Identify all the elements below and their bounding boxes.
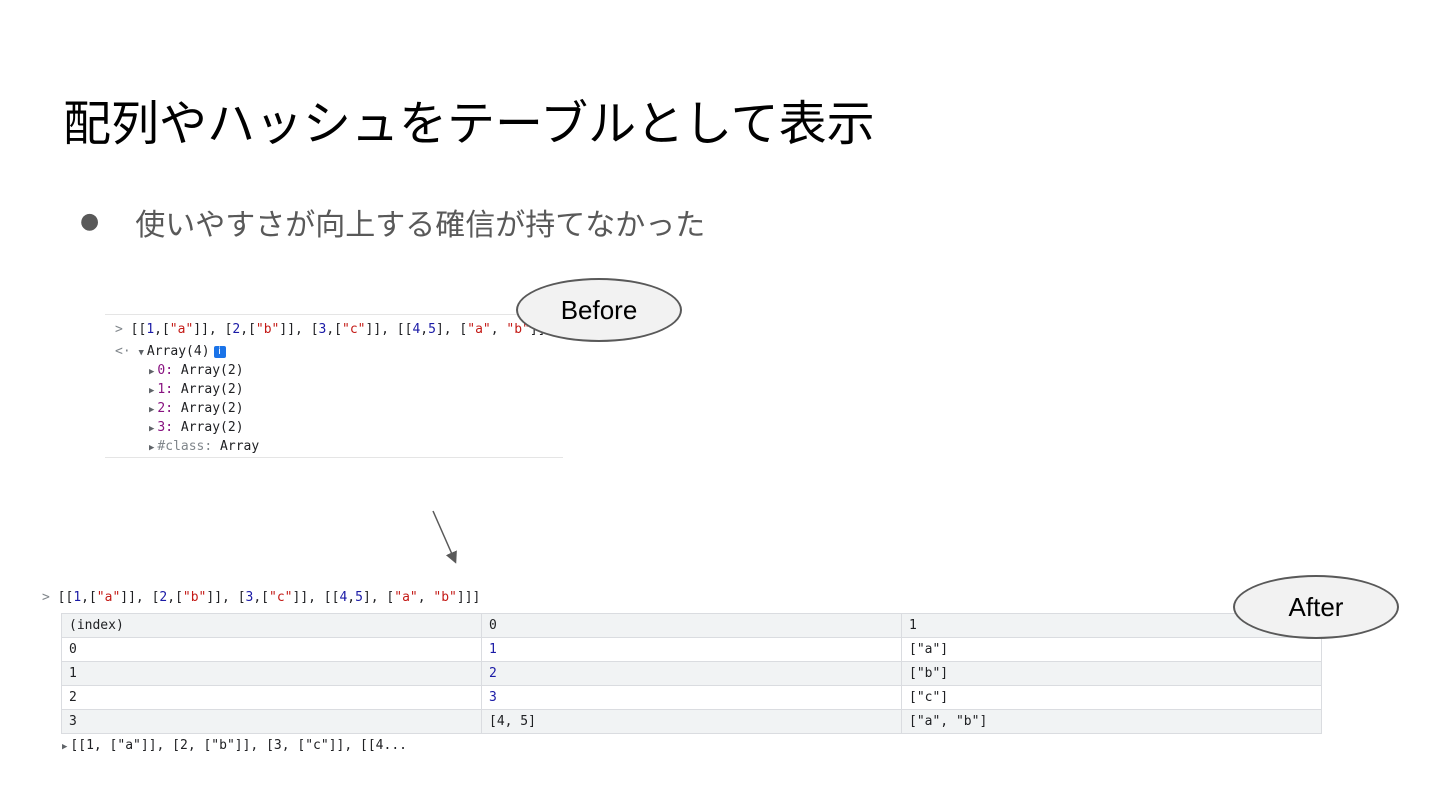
after-console-input-line[interactable]: > [[1,["a"]], [2,["b"]], [3,["c"]], [[4,… [42, 590, 480, 605]
table-cell-index: 1 [61, 661, 482, 686]
summary-text: [[1, ["a"]], [2, ["b"]], [3, ["c"]], [[4… [70, 738, 407, 753]
tree-child-item[interactable]: ▶ 1: Array(2) [149, 382, 244, 397]
before-console-panel: > [[1,["a"]], [2,["b"]], [3,["c"]], [[4,… [105, 314, 563, 458]
tree-child-item[interactable]: ▶ #class: Array [149, 439, 259, 454]
info-icon[interactable]: i [213, 346, 226, 358]
result-prompt: <· [115, 344, 131, 359]
table-cell-index: 2 [61, 685, 482, 710]
array-label: Array(4) [146, 344, 210, 359]
down-arrow-icon [432, 510, 457, 564]
expand-triangle-icon[interactable]: ▼ [138, 348, 143, 358]
table-header-cell[interactable]: 0 [481, 613, 902, 638]
table-cell: ["a"] [901, 637, 1322, 662]
collapsed-triangle-icon[interactable]: ▶ [149, 443, 154, 453]
table-cell: 1 [481, 637, 902, 662]
console-input-line[interactable]: > [[1,["a"]], [2,["b"]], [3,["c"]], [[4,… [115, 322, 553, 337]
table-row: 3 [4, 5] ["a", "b"] [61, 709, 1322, 734]
bullet-dot-icon: ● [80, 208, 100, 234]
after-callout: After [1233, 575, 1399, 639]
table-cell: 3 [481, 685, 902, 710]
table-cell: ["c"] [901, 685, 1322, 710]
table-cell: [4, 5] [481, 709, 902, 734]
tree-child-value: Array(2) [180, 420, 244, 435]
tree-child-value: Array [220, 439, 260, 454]
collapsed-triangle-icon[interactable]: ▶ [62, 742, 67, 752]
collapsed-triangle-icon[interactable]: ▶ [149, 386, 154, 396]
tree-child-item[interactable]: ▶ 2: Array(2) [149, 401, 244, 416]
tree-child-item[interactable]: ▶ 3: Array(2) [149, 420, 244, 435]
table-row: 1 2 ["b"] [61, 661, 1322, 686]
input-expression: [[1,["a"]], [2,["b"]], [3,["c"]], [[4,5]… [57, 590, 481, 605]
table-cell: ["a", "b"] [901, 709, 1322, 734]
table-header-cell[interactable]: (index) [61, 613, 482, 638]
tree-child-value: Array(2) [180, 401, 244, 416]
tree-child-value: Array(2) [180, 363, 244, 378]
tree-child-key: #class [157, 439, 205, 454]
slide-title: 配列やハッシュをテーブルとして表示 [63, 96, 875, 152]
table-cell: 2 [481, 661, 902, 686]
table-cell-index: 3 [61, 709, 482, 734]
console-summary-line[interactable]: ▶ [[1, ["a"]], [2, ["b"]], [3, ["c"]], [[… [62, 738, 407, 753]
collapsed-triangle-icon[interactable]: ▶ [149, 424, 154, 434]
input-prompt: > [115, 322, 123, 337]
console-table: (index) 0 1 0 1 ["a"] 1 2 ["b"] 2 3 ["c"… [61, 613, 1322, 734]
input-expression: [[1,["a"]], [2,["b"]], [3,["c"]], [[4,5]… [130, 322, 554, 337]
table-row: 0 1 ["a"] [61, 637, 1322, 662]
collapsed-triangle-icon[interactable]: ▶ [149, 405, 154, 415]
before-callout: Before [516, 278, 682, 342]
console-result-line[interactable]: <· ▼ Array(4) i [115, 344, 226, 359]
table-row: 2 3 ["c"] [61, 685, 1322, 710]
tree-child-item[interactable]: ▶ 0: Array(2) [149, 363, 244, 378]
input-prompt: > [42, 590, 50, 605]
table-header-row: (index) 0 1 [61, 613, 1322, 638]
collapsed-triangle-icon[interactable]: ▶ [149, 367, 154, 377]
tree-child-value: Array(2) [180, 382, 244, 397]
before-label: Before [560, 294, 638, 325]
after-label: After [1288, 591, 1344, 622]
table-cell: ["b"] [901, 661, 1322, 686]
table-cell-index: 0 [61, 637, 482, 662]
bullet-text: 使いやすさが向上する確信が持てなかった [135, 208, 706, 243]
bullet-item: ● 使いやすさが向上する確信が持てなかった [80, 200, 705, 244]
